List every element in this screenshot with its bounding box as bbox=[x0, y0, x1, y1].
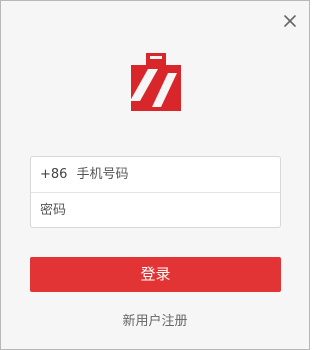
brand-logo bbox=[128, 49, 184, 111]
phone-field: +86 bbox=[31, 157, 280, 192]
login-input-group: +86 bbox=[30, 156, 281, 228]
register-link[interactable]: 新用户注册 bbox=[1, 310, 309, 329]
password-field bbox=[31, 192, 280, 227]
country-code[interactable]: +86 bbox=[31, 167, 67, 182]
phone-row: +86 bbox=[31, 157, 280, 192]
password-input[interactable] bbox=[31, 193, 280, 227]
login-window: +86 登录 新用户注册 bbox=[0, 0, 310, 350]
close-button[interactable] bbox=[280, 11, 300, 31]
close-icon bbox=[284, 15, 296, 27]
login-button[interactable]: 登录 bbox=[30, 257, 281, 292]
phone-input[interactable] bbox=[67, 157, 280, 192]
